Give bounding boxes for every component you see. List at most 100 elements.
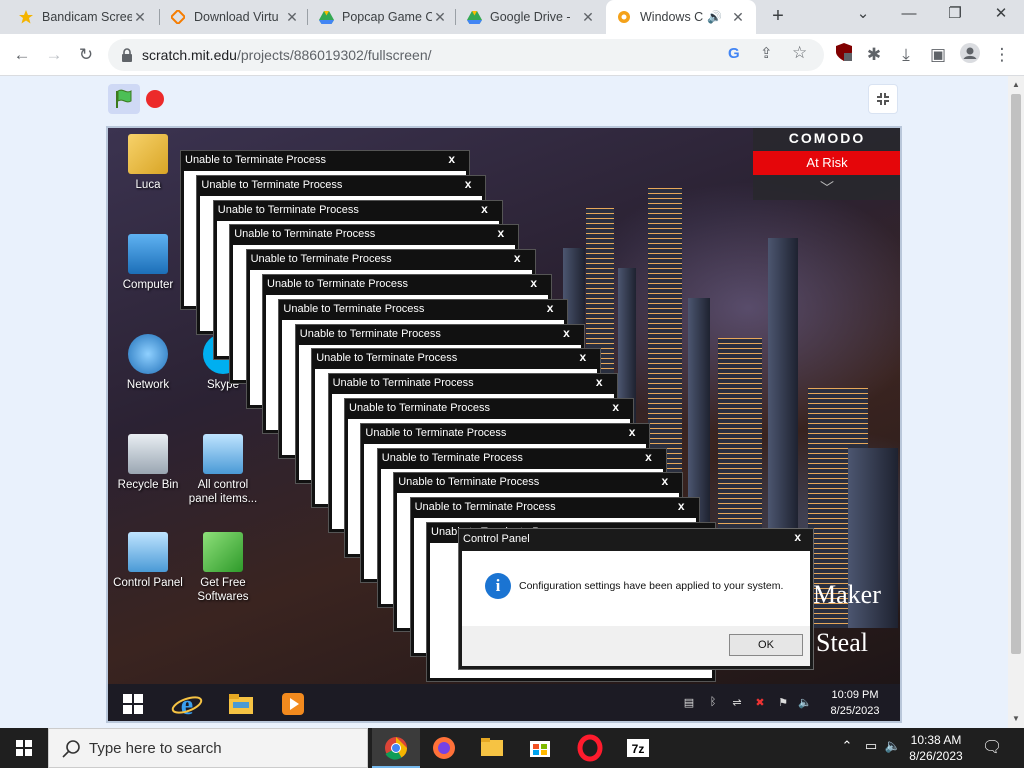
windows-start-icon[interactable] bbox=[116, 688, 150, 720]
desktop-icon-control-panel[interactable]: Control Panel bbox=[111, 532, 185, 590]
close-icon[interactable]: x bbox=[580, 350, 587, 364]
error-window-title: Unable to Terminate Process bbox=[267, 278, 409, 290]
close-icon[interactable]: x bbox=[662, 474, 669, 488]
menu-kebab-icon[interactable]: ⋮ bbox=[990, 43, 1014, 67]
google-icon[interactable]: G bbox=[728, 45, 740, 62]
dialog-title: Control Panel bbox=[463, 533, 530, 545]
profile-avatar-icon[interactable] bbox=[958, 43, 982, 67]
close-icon[interactable]: x bbox=[794, 530, 801, 544]
taskbar-opera[interactable] bbox=[566, 728, 614, 768]
scratch-stage[interactable]: COMODO At Risk ﹀ Luca Computer Network S… bbox=[106, 126, 902, 723]
security-alert-icon[interactable]: ✖ bbox=[753, 696, 767, 710]
page-scrollbar[interactable]: ▲ ▼ bbox=[1008, 76, 1024, 728]
taskbar-firefox[interactable] bbox=[420, 728, 468, 768]
tab-bandicam[interactable]: Bandicam Scree ✕ bbox=[8, 0, 158, 34]
close-icon[interactable]: ✕ bbox=[132, 9, 148, 26]
ok-button[interactable]: OK bbox=[729, 634, 803, 656]
stop-button[interactable] bbox=[146, 90, 164, 108]
folder-icon bbox=[481, 738, 503, 756]
chevron-up-icon[interactable]: ⌃ bbox=[838, 738, 856, 756]
error-window-title: Unable to Terminate Process bbox=[234, 228, 376, 241]
bookmark-star-icon[interactable]: ☆ bbox=[792, 43, 807, 63]
close-icon[interactable]: x bbox=[514, 251, 521, 265]
taskbar-microsoft-store[interactable] bbox=[516, 728, 564, 768]
back-arrow-icon[interactable]: ← bbox=[10, 43, 34, 67]
internet-explorer-icon[interactable]: e bbox=[170, 688, 204, 721]
comodo-widget[interactable]: COMODO At Risk ﹀ bbox=[753, 128, 900, 200]
taskbar-chrome[interactable] bbox=[372, 728, 420, 768]
vm-clock-time: 10:09 PM bbox=[831, 689, 879, 701]
minimize-button[interactable]: — bbox=[886, 0, 932, 30]
host-clock[interactable]: 10:38 AM 8/26/2023 bbox=[900, 732, 972, 764]
tab-title: Popcap Game C bbox=[342, 10, 432, 24]
close-icon[interactable]: x bbox=[596, 375, 603, 389]
action-center-icon[interactable]: ⚑ bbox=[776, 696, 790, 710]
desktop-icon-label: Recycle Bin bbox=[117, 479, 179, 491]
keyboard-tray-icon[interactable]: ▤ bbox=[682, 696, 696, 710]
restore-button[interactable]: ❐ bbox=[932, 0, 978, 30]
desktop-icon-get-free-softwares[interactable]: Get Free Softwares bbox=[186, 532, 260, 604]
chevron-down-icon[interactable]: ﹀ bbox=[753, 178, 900, 198]
desktop-icon-all-control-panel-items[interactable]: All control panel items... bbox=[186, 434, 260, 506]
tab-title: Download Virtu bbox=[194, 10, 279, 24]
windows-start-icon[interactable] bbox=[0, 728, 48, 768]
scroll-down-icon[interactable]: ▼ bbox=[1012, 714, 1020, 723]
error-window-title: Unable to Terminate Process bbox=[414, 501, 556, 514]
forward-arrow-icon[interactable]: → bbox=[42, 43, 66, 67]
close-icon[interactable]: x bbox=[645, 450, 652, 464]
address-bar[interactable]: scratch.mit.edu/projects/886019302/fulls… bbox=[108, 39, 824, 71]
desktop-icon-network[interactable]: Network bbox=[111, 334, 185, 392]
tab-download-virtu[interactable]: Download Virtu ✕ bbox=[160, 0, 310, 34]
close-icon[interactable]: x bbox=[498, 226, 505, 240]
speaker-icon[interactable]: 🔊 bbox=[707, 10, 722, 24]
window-close-button[interactable]: ✕ bbox=[978, 0, 1024, 30]
svg-text:7z: 7z bbox=[632, 742, 645, 756]
scrollbar-thumb[interactable] bbox=[1011, 94, 1021, 654]
close-icon[interactable]: x bbox=[530, 276, 537, 290]
desktop-icon-recycle-bin[interactable]: Recycle Bin bbox=[111, 434, 185, 492]
close-icon[interactable]: x bbox=[448, 152, 455, 166]
download-icon[interactable]: ⤓ bbox=[894, 43, 918, 67]
tab-windows-active[interactable]: Windows C 🔊 ✕ bbox=[606, 0, 756, 34]
taskbar-7zip[interactable]: 7z bbox=[614, 728, 662, 768]
bluetooth-icon[interactable]: ᛒ bbox=[706, 696, 720, 710]
reload-icon[interactable]: ↻ bbox=[74, 43, 98, 67]
close-icon[interactable]: ✕ bbox=[580, 9, 596, 26]
close-icon[interactable]: x bbox=[465, 177, 472, 191]
taskbar-file-explorer[interactable] bbox=[468, 728, 516, 768]
side-panel-icon[interactable]: ▣ bbox=[926, 43, 950, 67]
new-tab-button[interactable]: + bbox=[766, 5, 790, 29]
desktop-icon-computer[interactable]: Computer bbox=[111, 234, 185, 292]
file-explorer-icon[interactable] bbox=[224, 688, 258, 720]
vm-clock[interactable]: 10:09 PM 8/25/2023 bbox=[820, 687, 890, 719]
close-icon[interactable]: x bbox=[612, 400, 619, 414]
close-icon[interactable]: x bbox=[563, 326, 570, 340]
close-icon[interactable]: ✕ bbox=[730, 9, 746, 26]
tab-search-chevron-icon[interactable]: ⌄ bbox=[840, 0, 886, 30]
scroll-up-icon[interactable]: ▲ bbox=[1012, 80, 1020, 89]
network-tray-icon[interactable]: ⇌ bbox=[730, 696, 744, 710]
tab-google-drive[interactable]: Google Drive - ✕ bbox=[456, 0, 606, 34]
close-icon[interactable]: ✕ bbox=[284, 9, 300, 26]
desktop-icon-luca[interactable]: Luca bbox=[111, 134, 185, 192]
notification-icon[interactable]: 🗨 bbox=[982, 737, 1002, 756]
close-icon[interactable]: x bbox=[678, 499, 685, 513]
overlay-text-maker: Maker bbox=[813, 580, 881, 609]
close-icon[interactable]: x bbox=[481, 202, 488, 216]
close-icon[interactable]: x bbox=[629, 425, 636, 439]
tab-popcap[interactable]: Popcap Game C ✕ bbox=[308, 0, 458, 34]
extensions-puzzle-icon[interactable]: ✱ bbox=[862, 43, 886, 67]
taskbar-search-box[interactable]: Type here to search bbox=[48, 728, 368, 768]
close-icon[interactable]: x bbox=[547, 301, 554, 315]
media-player-icon[interactable] bbox=[276, 688, 310, 720]
close-icon[interactable]: ✕ bbox=[432, 9, 448, 26]
green-flag-button[interactable] bbox=[108, 84, 140, 114]
network-icon[interactable]: ▭ bbox=[862, 738, 880, 756]
share-icon[interactable]: ⇪ bbox=[760, 44, 773, 62]
exit-fullscreen-button[interactable] bbox=[868, 84, 898, 114]
control-panel-dialog[interactable]: Control Panel x i Configuration settings… bbox=[458, 528, 814, 670]
search-icon bbox=[62, 740, 80, 758]
ublock-extension-icon[interactable] bbox=[832, 43, 856, 67]
volume-icon[interactable]: 🔈 bbox=[798, 696, 812, 710]
google-drive-icon bbox=[466, 9, 482, 25]
